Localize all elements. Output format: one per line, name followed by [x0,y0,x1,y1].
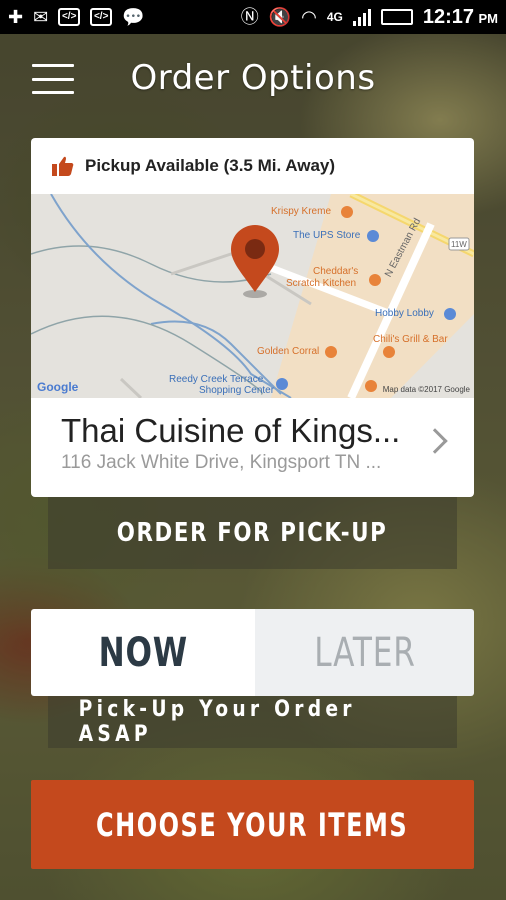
location-map[interactable]: Krispy Kreme The UPS Store Cheddar's Scr… [31,194,474,398]
restaurant-selector[interactable]: Thai Cuisine of Kings... 116 Jack White … [31,398,474,497]
clock-time: 12:17 [422,5,475,28]
code-icon: </> [58,8,81,26]
code-icon: </> [90,8,113,26]
signal-icon [352,8,371,26]
restaurant-name: Thai Cuisine of Kings... [61,412,401,449]
order-for-pickup-button[interactable]: ORDER FOR PICK-UP [48,497,457,569]
network-type: 4G [326,10,343,24]
pickup-status-row: Pickup Available (3.5 Mi. Away) [31,138,474,194]
timing-subtitle: Pick-Up Your Order ASAP [78,697,356,747]
app-header: Order Options [0,34,506,120]
timing-toggle: NOW LATER [31,609,474,696]
pickup-status-text: Pickup Available (3.5 Mi. Away) [85,156,336,175]
map-label: Golden Corral [257,346,320,357]
map-label: Chili's Grill & Bar [373,334,448,345]
location-card: Pickup Available (3.5 Mi. Away) Krispy K… [31,138,474,497]
page-title: Order Options [130,58,376,98]
map-label: Reedy Creek Terrace [169,374,264,385]
map-label: Hobby Lobby [375,308,434,319]
gmail-icon: ✉ [33,7,49,27]
clock-ampm: PM [478,10,499,26]
map-label: Shopping Center [199,385,275,396]
clock: 12:17 PM [423,6,498,29]
thumbs-up-icon [51,155,75,177]
battery-icon [380,9,413,25]
timing-subtitle-bar: Pick-Up Your Order ASAP [48,696,457,748]
map-label: Scratch Kitchen [286,278,357,289]
wifi-icon: ◠ [301,7,317,27]
restaurant-address: 116 Jack White Drive, Kingsport TN ... [61,452,382,473]
choose-items-label: CHOOSE YOUR ITEMS [96,805,409,844]
nfc-icon: Ⓝ [240,7,259,27]
now-option[interactable]: NOW [31,609,255,696]
status-bar: ✚ ✉ </> </> 💬 Ⓝ 🔇 ◠ 4G 12:17 PM [0,0,506,34]
now-label: NOW [98,629,188,676]
later-label: LATER [313,629,416,676]
order-for-pickup-label: ORDER FOR PICK-UP [117,518,388,548]
messenger-icon: 💬 [122,7,145,27]
map-attribution: Map data ©2017 Google [382,385,470,394]
road-shield: 11W [451,240,467,249]
map-label: Cheddar's [313,266,359,277]
add-icon: ✚ [8,7,24,27]
choose-items-button[interactable]: CHOOSE YOUR ITEMS [31,780,474,869]
mute-icon: 🔇 [268,7,292,27]
google-logo: Google [37,380,79,394]
map-label: The UPS Store [293,230,361,241]
map-label: Krispy Kreme [271,206,332,217]
later-option[interactable]: LATER [255,609,474,696]
